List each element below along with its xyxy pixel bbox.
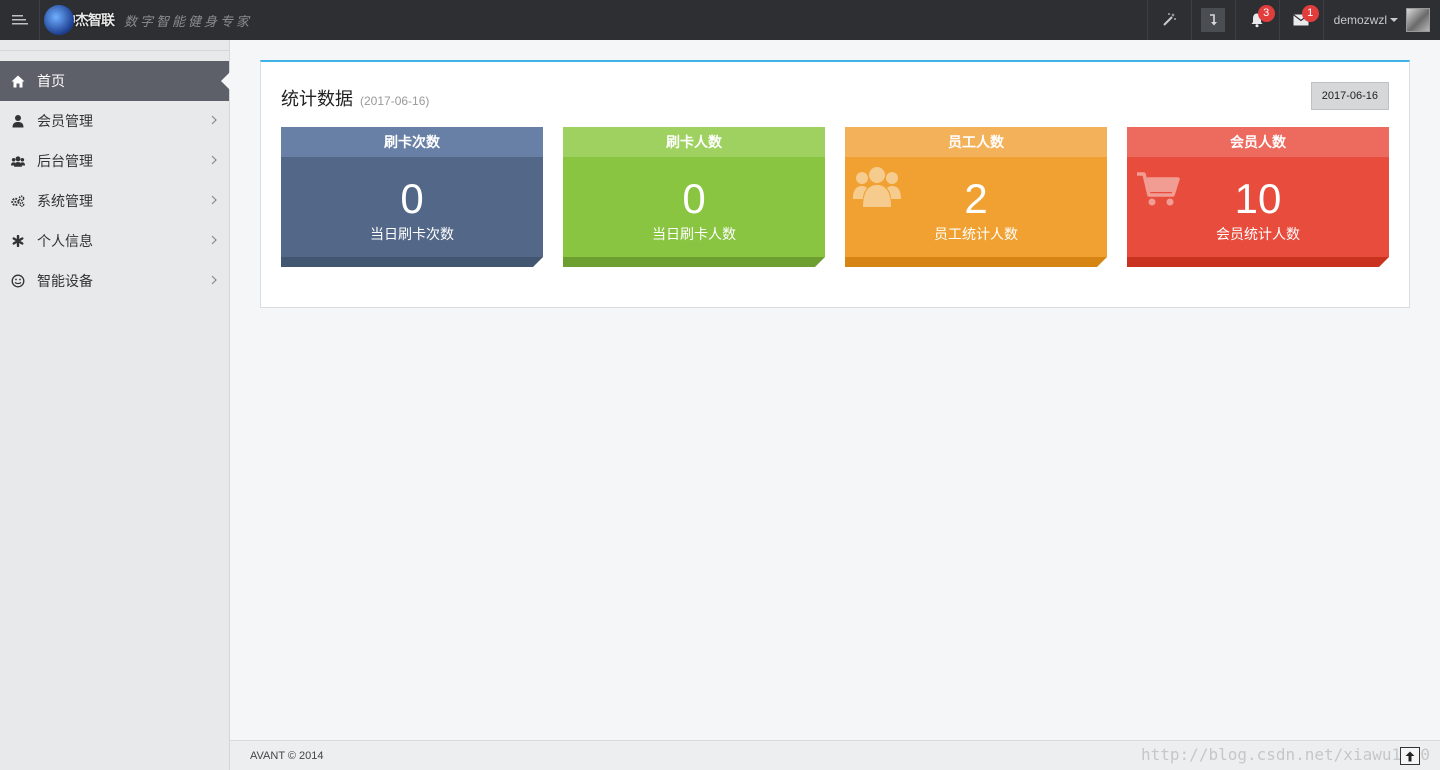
tile-value: 2 [964, 175, 988, 222]
sidebar-item-system[interactable]: 系统管理 [0, 181, 229, 221]
tile-value: 0 [682, 175, 706, 222]
stat-tile-members[interactable]: 会员人数 10 会员统计人数 [1127, 127, 1389, 267]
magic-wand-icon [1163, 13, 1177, 26]
sidebar: 首页 会员管理 后台管理 系统管理 个人信息 智能设备 [0, 40, 230, 770]
tile-footer [1127, 257, 1389, 267]
sidebar-item-label: 会员管理 [37, 113, 93, 129]
notifications-button[interactable]: 3 [1234, 0, 1279, 40]
collapse-button[interactable] [1190, 0, 1235, 40]
asterisk-icon [11, 234, 25, 248]
tile-label: 会员统计人数 [1216, 226, 1300, 242]
arrow-down-step-icon [1210, 14, 1218, 26]
tile-header: 刷卡次数 [281, 127, 543, 157]
scroll-to-top-button[interactable] [1400, 747, 1420, 765]
tile-header: 会员人数 [1127, 127, 1389, 157]
tile-label: 当日刷卡人数 [652, 226, 736, 242]
brand-logo[interactable]: 中杰智联 数字智能健身专家 [40, 0, 252, 40]
tile-label: 员工统计人数 [934, 226, 1018, 242]
top-navbar: 中杰智联 数字智能健身专家 3 1 demozwzl [0, 0, 1440, 40]
sidebar-item-members[interactable]: 会员管理 [0, 101, 229, 141]
cogs-icon [11, 194, 25, 208]
home-icon [11, 74, 25, 88]
chevron-right-icon [211, 155, 217, 165]
footer: AVANT © 2014 http://blog.csdn.net/xiawu1… [230, 740, 1440, 770]
chevron-right-icon [211, 195, 217, 205]
messages-button[interactable]: 1 [1278, 0, 1323, 40]
sidebar-nav: 首页 会员管理 后台管理 系统管理 个人信息 智能设备 [0, 61, 230, 301]
sidebar-item-profile[interactable]: 个人信息 [0, 221, 229, 261]
sidebar-item-devices[interactable]: 智能设备 [0, 261, 229, 301]
tile-header: 员工人数 [845, 127, 1107, 157]
username: demozwzl [1333, 13, 1387, 27]
tile-label: 当日刷卡次数 [370, 226, 454, 242]
page-title: 统计数据 (2017-06-16) [281, 85, 429, 111]
hamburger-icon [11, 15, 28, 25]
sidebar-item-label: 智能设备 [37, 273, 93, 289]
stat-tile-card-users[interactable]: 刷卡人数 0 当日刷卡人数 [563, 127, 825, 267]
stat-tile-staff[interactable]: 员工人数 2 员工统计人数 [845, 127, 1107, 267]
brand-slogan: 数字智能健身专家 [124, 14, 253, 30]
sidebar-item-backend[interactable]: 后台管理 [0, 141, 229, 181]
sidebar-item-label: 个人信息 [37, 233, 93, 249]
tile-header: 刷卡人数 [563, 127, 825, 157]
chevron-right-icon [211, 235, 217, 245]
panel-subtitle-date: (2017-06-16) [360, 94, 430, 108]
tile-value: 0 [400, 175, 424, 222]
date-picker-button[interactable]: 2017-06-16 [1310, 82, 1389, 110]
menu-toggle-button[interactable] [0, 0, 40, 40]
top-right-toolbar: 3 1 demozwzl [1146, 0, 1440, 40]
chevron-right-icon [211, 115, 217, 125]
tile-corner-fold [533, 257, 543, 267]
globe-logo-icon [44, 5, 74, 35]
sidebar-item-label: 系统管理 [37, 193, 93, 209]
user-icon [11, 114, 25, 128]
chevron-right-icon [211, 275, 217, 285]
tile-corner-fold [815, 257, 825, 267]
sidebar-item-label: 首页 [37, 73, 65, 89]
caret-down-icon [1390, 18, 1398, 22]
arrow-up-icon [1405, 751, 1415, 761]
sidebar-item-label: 后台管理 [37, 153, 93, 169]
footer-copyright: AVANT © 2014 [250, 750, 324, 762]
statistics-panel: 统计数据 (2017-06-16) 2017-06-16 刷卡次数 0 当日刷卡… [260, 60, 1410, 308]
watermark-text: http://blog.csdn.net/xiawu1990 [1141, 745, 1430, 764]
user-menu[interactable]: demozwzl [1322, 0, 1440, 40]
tile-value: 10 [1234, 175, 1282, 222]
tile-footer [563, 257, 825, 267]
theme-wand-button[interactable] [1146, 0, 1191, 40]
avatar [1406, 8, 1430, 32]
messages-badge: 1 [1301, 5, 1319, 22]
users-icon [11, 154, 25, 168]
stat-tile-card-swipes[interactable]: 刷卡次数 0 当日刷卡次数 [281, 127, 543, 267]
tile-footer [281, 257, 543, 267]
sidebar-divider [0, 40, 229, 51]
tile-corner-fold [1097, 257, 1107, 267]
sidebar-item-home[interactable]: 首页 [0, 61, 230, 101]
tile-corner-fold [1379, 257, 1389, 267]
smile-icon [11, 274, 25, 288]
tile-footer [845, 257, 1107, 267]
notifications-badge: 3 [1257, 5, 1275, 22]
panel-title-text: 统计数据 [281, 89, 353, 109]
